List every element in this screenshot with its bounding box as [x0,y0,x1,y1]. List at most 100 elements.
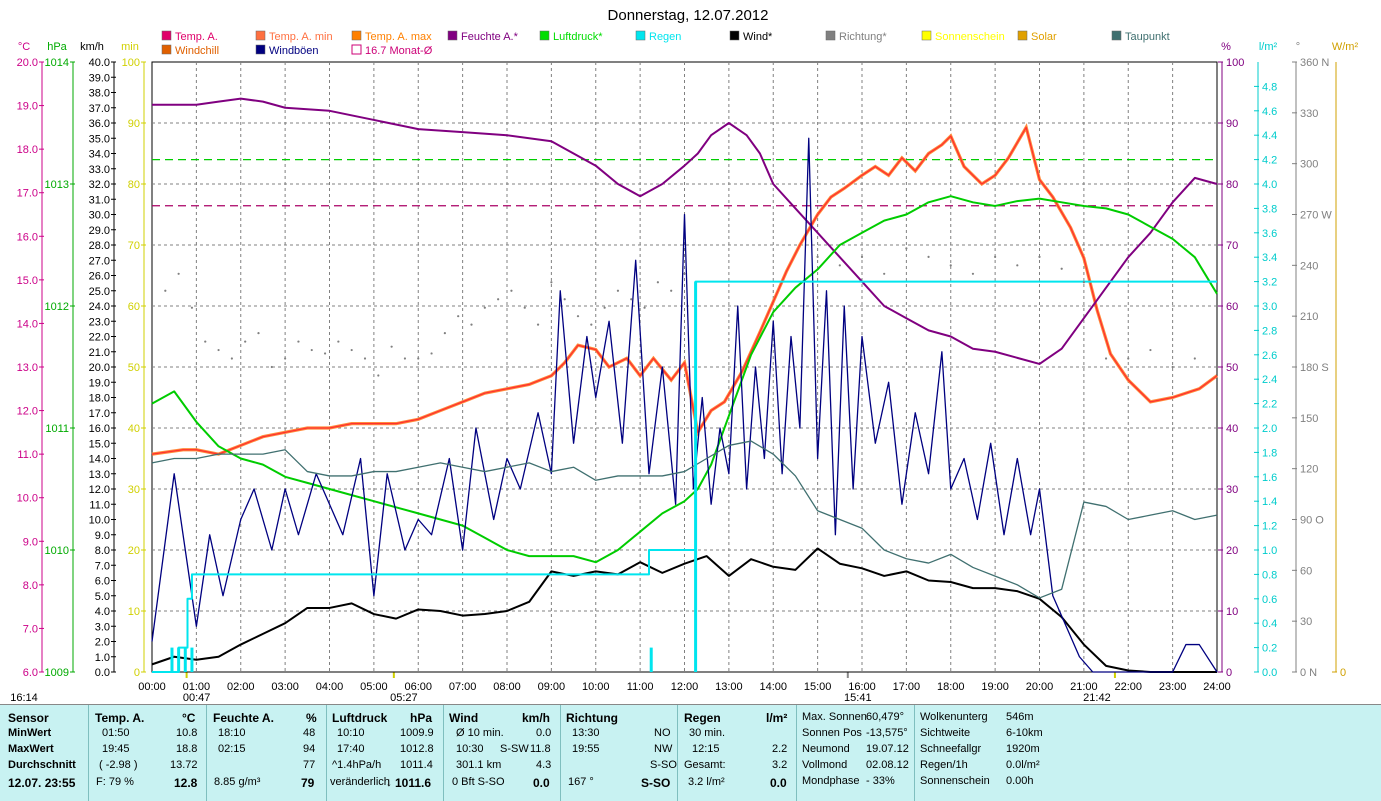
left-axis-tick-label: 0.0 [95,667,110,679]
direction-point [497,298,500,301]
cur-rain-total: 3.2 l/m² [688,776,725,788]
wind-header: Wind [449,711,479,725]
left-axis-tick-label: 90 [128,118,140,130]
direction-point [643,306,646,309]
left-axis-tick-label: 5.0 [95,591,110,603]
left-axis-tick-label: 13.0 [89,469,110,481]
right-axis-tick-label: 1.6 [1262,472,1277,484]
left-axis-unit: °C [18,41,30,53]
direction-point [457,315,460,318]
right-axis-tick-label: 3.6 [1262,228,1277,240]
right-axis-tick-label: 360 N [1300,57,1329,69]
weather-key: Sonnenschein [920,775,990,787]
direction-point [563,298,566,301]
left-axis-tick-label: 11.0 [17,449,38,461]
left-axis-tick-label: 10.0 [17,493,38,505]
rain-bar [183,647,187,672]
right-axis-unit: l/m² [1259,41,1278,53]
left-axis-tick-label: 20 [128,545,140,557]
left-axis-unit: km/h [80,41,104,53]
direction-point [430,352,433,355]
direction-point [971,272,975,275]
rain-bar [190,647,194,672]
legend-label: Temp. A. [175,31,218,43]
x-tick-label: 04:00 [316,681,344,693]
direction-point [949,264,952,267]
x-marker-label: 05:27 [390,692,418,704]
right-axis-tick-label: 90 O [1300,515,1324,527]
cur-press-trend: veränderlich [330,776,390,788]
left-axis-tick-label: 22.0 [89,332,110,344]
statistics-panel: Sensor Temp. A. °C Feuchte A. % Luftdruc… [0,704,1381,801]
legend-label: Wind* [743,31,773,43]
right-axis-unit: ° [1296,41,1300,53]
cur-wind-bft: 0 Bft S-SO [452,776,505,788]
weather-key: Sichtweite [920,727,971,739]
left-axis-unit: min [121,41,139,53]
left-axis-tick-label: 12.0 [89,484,110,496]
rain-bar [694,281,698,672]
hum-header: Feuchte A. [213,711,274,725]
cur-temp-hum: F: 79 % [96,776,134,788]
left-axis-tick-label: 1012 [45,301,69,313]
direction-point [443,332,446,335]
right-axis-tick-label: 150 [1300,413,1318,425]
left-axis-tick-label: 4.0 [95,606,110,618]
cur-press-value: 1011.6 [395,776,432,790]
direction-point [838,264,841,267]
left-axis-tick-label: 10.0 [89,515,110,527]
x-tick-label: 03:00 [271,681,299,693]
direction-point [670,289,673,292]
direction-point [323,352,327,355]
left-axis-tick-label: 3.0 [95,621,110,633]
right-axis-tick-label: 2.6 [1262,350,1277,362]
direction-point [337,340,340,343]
min-wind-label: Ø 10 min. [456,727,504,739]
left-axis-tick-label: 2.0 [95,637,110,649]
max-rain-time: 12:15 [692,743,720,755]
rain-header: Regen [684,711,721,725]
legend-swatch [539,30,550,41]
left-axis-tick-label: 30 [128,484,140,496]
legend-swatch [635,30,646,41]
right-axis-tick-label: 0 [1340,667,1346,679]
direction-point [1082,281,1085,284]
right-axis-tick-label: 180 S [1300,362,1329,374]
left-axis-tick-label: 8.0 [23,580,38,592]
rain-bar [177,647,181,672]
legend-swatch [351,30,362,41]
left-axis-tick-label: 33.0 [89,164,110,176]
cur-temp-value: 12.8 [174,776,198,790]
direction-point [470,323,473,326]
right-axis-tick-label: 50 [1226,362,1238,374]
direction-point [550,281,553,284]
direction-point [994,255,997,258]
max-hum-value: 94 [303,743,316,755]
max-temp-time: 19:45 [102,743,130,755]
legend-label: Luftdruck* [553,31,603,43]
right-axis-tick-label: 0.2 [1262,643,1277,655]
max-wind-dir: S-SW [500,743,529,755]
chart-title: Donnerstag, 12.07.2012 [608,7,769,24]
legend-label: Richtung* [839,31,887,43]
direction-point [164,289,167,292]
legend-label: Regen [649,31,681,43]
x-tick-label: 00:00 [138,681,166,693]
direction-point [576,315,580,318]
min-temp-value: 10.8 [176,727,198,739]
right-axis-tick-label: 4.0 [1262,179,1277,191]
right-axis-tick-label: 3.0 [1262,301,1277,313]
left-axis-tick-label: 10 [128,606,140,618]
x-marker-label: 00:47 [183,692,211,704]
left-axis-tick-label: 17.0 [17,188,38,200]
direction-point [616,289,620,292]
x-tick-label: 18:00 [937,681,965,693]
temp-header: Temp. A. [95,711,145,725]
direction-point [363,357,367,360]
x-tick-label: 08:00 [493,681,521,693]
x-marker-label: 16:14 [10,692,38,704]
direction-point [883,272,886,275]
avg-temp-trend: ( -2.98 ) [99,759,138,771]
direction-point [536,323,540,326]
left-axis-tick-label: 31.0 [89,194,110,206]
